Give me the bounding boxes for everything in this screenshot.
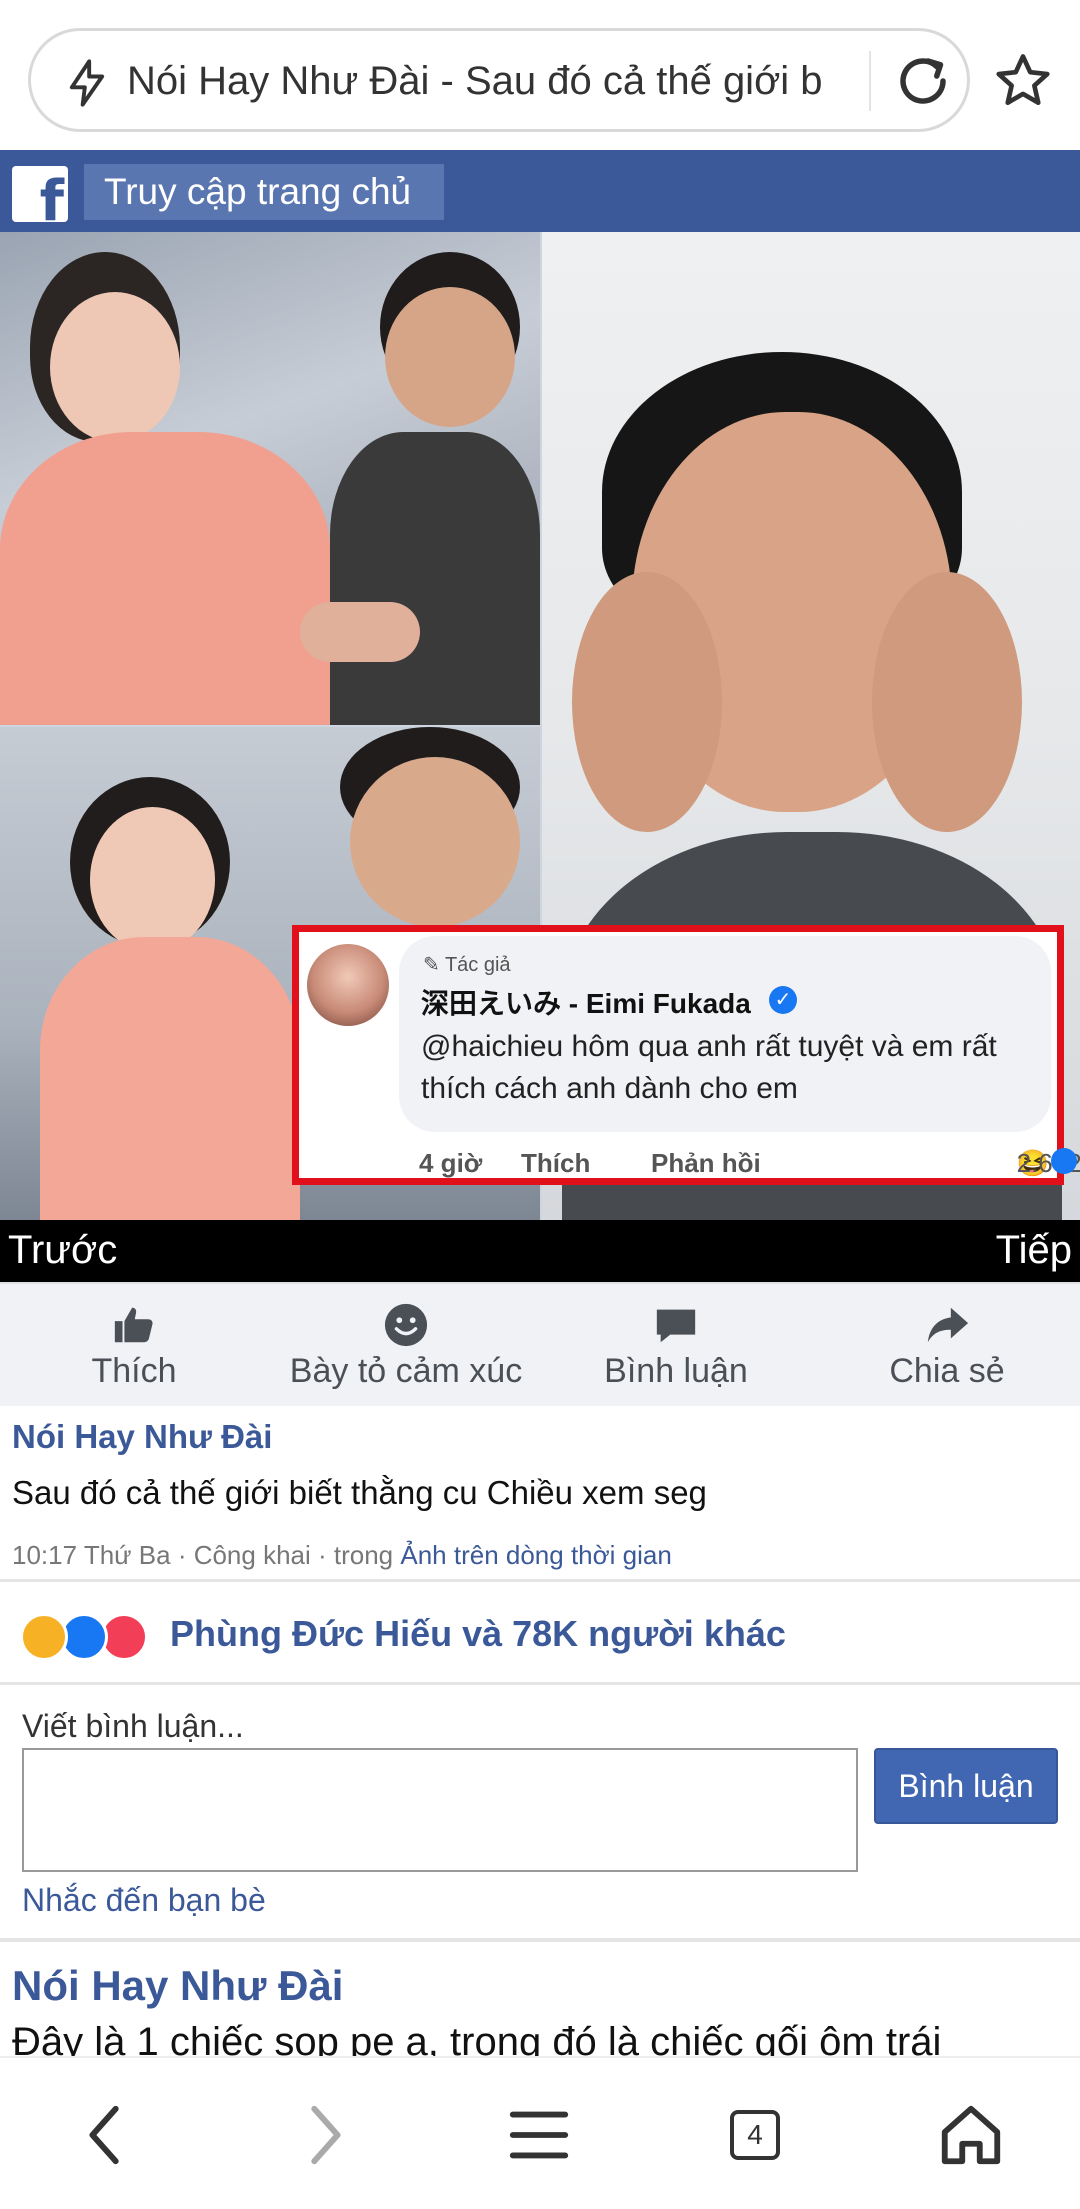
share-button[interactable]: Chia sẻ [872,1302,1022,1402]
home-link[interactable]: Truy cập trang chủ [84,164,444,220]
post-text: Sau đó cả thế giới biết thằng cu Chiều x… [12,1474,707,1511]
previous-photo-link[interactable]: Trước [8,1224,117,1276]
like-reaction-icon [1051,1148,1077,1174]
menu-icon[interactable] [504,2100,574,2170]
like-icon [114,1307,153,1343]
photo-navigation: Trước Tiếp [0,1220,1080,1282]
next-photo-link[interactable]: Tiếp [996,1224,1072,1276]
comment-meta: 4 giờ Thích Phản hồi 2.672 😆 [419,1148,1080,1178]
comment-reactions: 2.672 😆 [1016,1148,1080,1178]
address-bar[interactable]: Nói Hay Như Đài - Sau đó cả thế giới b [28,28,970,132]
share-label: Chia sẻ [889,1352,1005,1390]
next-post: Nói Hay Như Đài Đây là 1 chiếc sop pe a,… [0,1946,1080,2056]
next-post-author[interactable]: Nói Hay Như Đài [12,1962,343,2010]
comment-form: Viết bình luận... Bình luận Nhắc đến bạn… [0,1688,1080,1942]
submit-comment-button[interactable]: Bình luận [874,1748,1058,1824]
like-button[interactable]: Thích [64,1302,204,1402]
react-label: Bày tỏ cảm xúc [289,1352,523,1390]
album-link[interactable]: Ảnh trên dòng thời gian [400,1540,671,1570]
comment-text: @haichieu hôm qua anh rất tuyệt và em rấ… [421,1030,997,1105]
flash-icon[interactable] [61,57,113,109]
next-post-text: Đây là 1 chiếc sop pe a, trong đó là chi… [12,2020,942,2056]
comment-icon [656,1309,696,1343]
post-details: Nói Hay Như Đài Sau đó cả thế giới biết … [0,1406,1080,1582]
browser-toolbar: Nói Hay Như Đài - Sau đó cả thế giới b [0,0,1080,150]
commenter-name: 深田えいみ - Eimi Fukada [421,988,751,1019]
comment-bubble: ✎ Tác giả 深田えいみ - Eimi Fukada ✓ @haichie… [399,936,1051,1132]
comment-input-label: Viết bình luận... [22,1708,244,1744]
author-badge: ✎ Tác giả [423,954,511,976]
reload-icon[interactable] [893,51,953,111]
reaction-icons [20,1613,156,1661]
tabs-count: 4 [730,2110,780,2160]
facebook-logo[interactable]: f [12,166,68,230]
post-author[interactable]: Nói Hay Như Đài [12,1418,272,1456]
browser-bottom-nav: 4 [0,2056,1080,2209]
emoji-icon [384,1303,428,1347]
highlighted-comment: ✎ Tác giả 深田えいみ - Eimi Fukada ✓ @haichie… [292,925,1080,1185]
post-meta: 10:17 Thứ Ba · Công khai · trong Ảnh trê… [12,1540,672,1571]
comment-like: Thích [521,1148,591,1178]
facebook-logo-letter: f [39,169,64,234]
comment-reply: Phản hồi [651,1148,761,1178]
like-label: Thích [91,1352,177,1390]
divider [869,51,871,111]
react-button[interactable]: Bày tỏ cảm xúc [276,1302,536,1402]
mention-friends-link[interactable]: Nhắc đến bạn bè [22,1882,266,1919]
back-icon[interactable] [72,2100,142,2170]
page-title[interactable]: Nói Hay Như Đài - Sau đó cả thế giới b [127,53,827,109]
avatar [307,944,389,1026]
author-role: Tác giả [444,954,511,976]
comment-button[interactable]: Bình luận [594,1302,758,1402]
star-icon[interactable] [992,50,1054,112]
home-icon[interactable] [936,2100,1006,2170]
facebook-header: f Truy cập trang chủ [0,150,1080,232]
photo-panel-top-left [0,232,540,725]
forward-icon[interactable] [288,2100,358,2170]
share-icon [927,1307,969,1343]
action-bar: Thích Bày tỏ cảm xúc Bình luận Chia sẻ [0,1282,1080,1406]
post-photo[interactable]: ✎ Tác giả 深田えいみ - Eimi Fukada ✓ @haichie… [0,232,1080,1220]
comment-input[interactable] [22,1748,858,1872]
haha-icon [20,1613,68,1661]
tabs-button[interactable]: 4 [720,2100,790,2170]
verified-icon: ✓ [769,986,797,1014]
reactions-summary[interactable]: Phùng Đức Hiếu và 78K người khác [0,1585,1080,1685]
comment-label: Bình luận [604,1352,748,1390]
post-timestamp: 10:17 Thứ Ba · Công khai · trong [12,1540,401,1570]
reactions-text: Phùng Đức Hiếu và 78K người khác [170,1613,786,1654]
comment-time: 4 giờ [419,1148,483,1178]
